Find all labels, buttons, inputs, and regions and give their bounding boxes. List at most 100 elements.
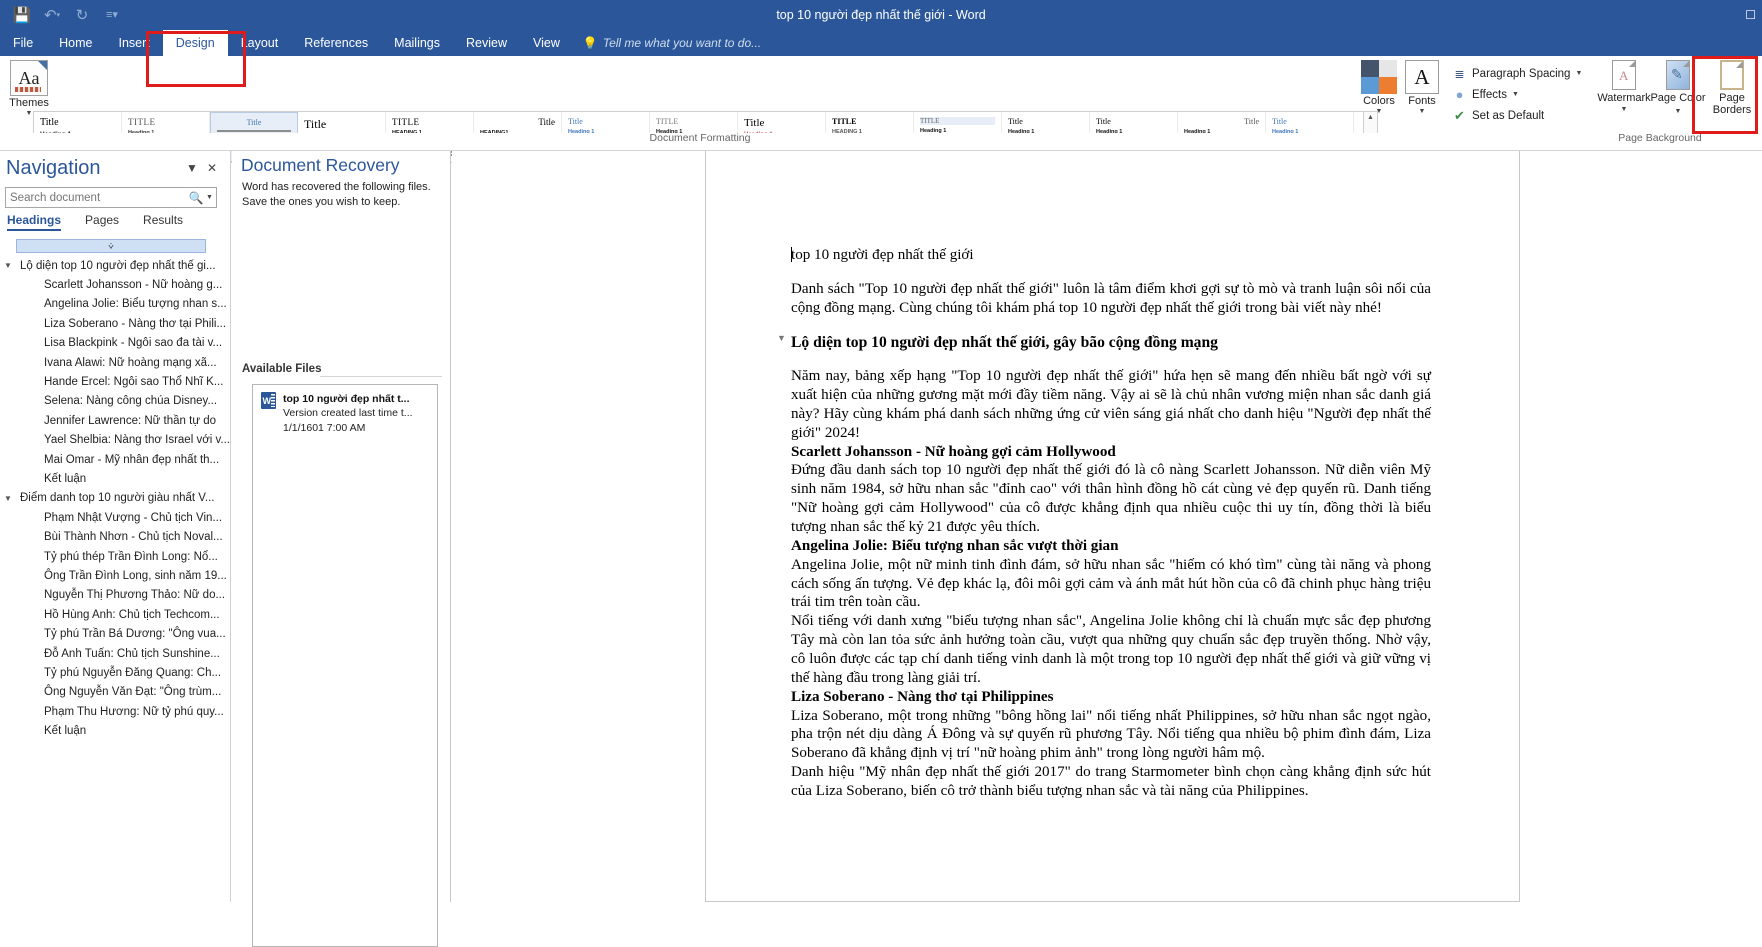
navigation-heading-label: Điểm danh top 10 người giàu nhất V... xyxy=(16,492,214,504)
formatting-commands: ≣ Paragraph Spacing ▼ ● Effects ▼ ✔ Set … xyxy=(1452,63,1592,126)
navigation-heading-item[interactable]: Hồ Hùng Anh: Chủ tịch Techcom... xyxy=(0,605,231,624)
navigation-heading-item[interactable]: Kết luận xyxy=(0,721,231,740)
navigation-heading-item[interactable]: Nguyễn Thị Phương Thảo: Nữ do... xyxy=(0,586,231,605)
navigation-heading-item[interactable]: Ông Trần Đình Long, sinh năm 19... xyxy=(0,566,231,585)
navigation-heading-item[interactable]: Đỗ Anh Tuấn: Chủ tịch Sunshine... xyxy=(0,644,231,663)
paragraph-spacing-icon: ≣ xyxy=(1452,66,1467,81)
word-document-icon: W xyxy=(261,392,276,409)
chevron-down-icon[interactable]: ▼ xyxy=(1376,108,1383,115)
navigation-options-icon[interactable]: ▼ xyxy=(186,161,198,175)
tab-review[interactable]: Review xyxy=(453,30,520,56)
navigation-heading-item[interactable]: ▼Lộ diện top 10 người đẹp nhất thế gi... xyxy=(0,256,231,275)
document-page[interactable]: top 10 người đẹp nhất thế giớiDanh sách … xyxy=(705,151,1520,902)
ribbon-group-labels: Document Formatting Page Background xyxy=(0,133,1762,151)
undo-icon[interactable]: ↶▾ xyxy=(38,3,66,27)
navigation-heading-item[interactable]: Ivana Alawi: Nữ hoàng mạng xã... xyxy=(0,353,231,372)
page-color-button[interactable]: ✎ Page Color ▼ xyxy=(1650,60,1706,136)
navigation-heading-label: Kết luận xyxy=(16,473,86,485)
search-document-box[interactable]: 🔍 ▼ xyxy=(5,187,217,208)
chevron-down-icon[interactable]: ▼ xyxy=(1621,106,1628,113)
navigation-heading-item[interactable]: Tỷ phú Trần Bá Dương: "Ông vua... xyxy=(0,624,231,643)
page-borders-button[interactable]: Page Borders xyxy=(1704,60,1760,136)
navigation-heading-item[interactable]: Bùi Thành Nhơn - Chủ tịch Noval... xyxy=(0,527,231,546)
navigation-heading-item[interactable]: Tỷ phú Nguyễn Đăng Quang: Ch... xyxy=(0,663,231,682)
navigation-headings-list[interactable]: ▼Lộ diện top 10 người đẹp nhất thế gi...… xyxy=(0,256,231,741)
tell-me-box[interactable]: 💡 Tell me what you want to do... xyxy=(573,30,771,56)
navigation-heading-label: Angelina Jolie: Biểu tượng nhan s... xyxy=(16,298,227,310)
fonts-icon-letter: A xyxy=(1414,65,1429,90)
chevron-down-icon[interactable]: ▼ xyxy=(1419,108,1426,115)
navigation-heading-item[interactable]: Ông Nguyễn Văn Đạt: "Ông trùm... xyxy=(0,683,231,702)
navigation-heading-item[interactable]: Yael Shelbia: Nàng thơ Israel với v... xyxy=(0,431,231,450)
redo-icon[interactable]: ↻ xyxy=(68,3,96,27)
style-title-preview: TITLE xyxy=(920,117,995,125)
save-icon[interactable]: 💾 xyxy=(8,3,36,27)
navigation-heading-label: Mai Omar - Mỹ nhân đẹp nhất th... xyxy=(16,454,219,466)
navigation-heading-item[interactable]: Angelina Jolie: Biểu tượng nhan s... xyxy=(0,295,231,314)
window-controls: ☐ xyxy=(1745,0,1756,30)
lightbulb-icon: 💡 xyxy=(583,36,598,50)
watermark-button[interactable]: A Watermark ▼ xyxy=(1596,60,1652,136)
heading-collapse-bar[interactable]: ⩒ xyxy=(16,239,206,253)
navigation-heading-item[interactable]: Phạm Thu Hương: Nữ tỷ phú quy... xyxy=(0,702,231,721)
nav-tab-headings[interactable]: Headings xyxy=(7,213,61,231)
window-title: top 10 người đẹp nhất thế giới - Word xyxy=(0,8,1762,22)
expand-collapse-triangle-icon[interactable]: ▼ xyxy=(4,261,16,270)
chevron-down-icon[interactable]: ▼ xyxy=(206,194,216,201)
colors-icon xyxy=(1361,60,1397,94)
navigation-heading-item[interactable]: Selena: Nàng công chúa Disney... xyxy=(0,392,231,411)
tab-mailings[interactable]: Mailings xyxy=(381,30,453,56)
chevron-down-icon[interactable]: ▼ xyxy=(1512,91,1519,98)
collapse-triangle-icon[interactable]: ▼ xyxy=(777,333,786,344)
fonts-icon: A xyxy=(1405,60,1439,94)
paragraph-spacing-button[interactable]: ≣ Paragraph Spacing ▼ xyxy=(1452,63,1592,84)
document-paragraph: Năm nay, bảng xếp hạng "Top 10 người đẹp… xyxy=(791,367,1431,442)
navigation-heading-item[interactable]: ▼Điểm danh top 10 người giàu nhất V... xyxy=(0,489,231,508)
document-body[interactable]: top 10 người đẹp nhất thế giớiDanh sách … xyxy=(791,246,1431,801)
navigation-heading-item[interactable]: Scarlett Johansson - Nữ hoàng g... xyxy=(0,275,231,294)
tab-view[interactable]: View xyxy=(520,30,573,56)
nav-tab-pages[interactable]: Pages xyxy=(85,213,119,227)
navigation-heading-item[interactable]: Jennifer Lawrence: Nữ thần tự do xyxy=(0,411,231,430)
navigation-heading-label: Đỗ Anh Tuấn: Chủ tịch Sunshine... xyxy=(16,648,220,660)
colors-button[interactable]: Colors ▼ xyxy=(1356,60,1402,134)
navigation-heading-item[interactable]: Kết luận xyxy=(0,469,231,488)
restore-window-icon[interactable]: ☐ xyxy=(1745,8,1756,22)
themes-icon: Aa xyxy=(10,60,48,96)
navigation-heading-item[interactable]: Tỷ phú thép Trần Đình Long: Nổ... xyxy=(0,547,231,566)
navigation-heading-label: Scarlett Johansson - Nữ hoàng g... xyxy=(16,279,222,291)
list-item[interactable]: W top 10 người đẹp nhất t... Version cre… xyxy=(253,385,437,435)
tab-home[interactable]: Home xyxy=(46,30,105,56)
search-input[interactable] xyxy=(6,192,186,204)
tab-file[interactable]: File xyxy=(0,30,46,56)
navigation-heading-item[interactable]: Hande Ercel: Ngôi sao Thổ Nhĩ K... xyxy=(0,372,231,391)
navigation-heading-item[interactable]: Mai Omar - Mỹ nhân đẹp nhất th... xyxy=(0,450,231,469)
effects-icon: ● xyxy=(1452,87,1467,102)
set-as-default-button[interactable]: ✔ Set as Default xyxy=(1452,105,1592,126)
tab-insert[interactable]: Insert xyxy=(106,30,163,56)
tab-layout[interactable]: Layout xyxy=(228,30,292,56)
nav-tab-results[interactable]: Results xyxy=(143,213,183,227)
close-icon[interactable]: ✕ xyxy=(207,161,217,175)
chevron-down-icon[interactable]: ▼ xyxy=(1575,70,1582,77)
search-icon[interactable]: 🔍 xyxy=(186,191,206,205)
document-subheading: Liza Soberano - Nàng thơ tại Philippines xyxy=(791,688,1431,707)
effects-button[interactable]: ● Effects ▼ xyxy=(1452,84,1592,105)
group-label-document-formatting: Document Formatting xyxy=(640,132,760,144)
chevron-down-icon[interactable]: ▼ xyxy=(1675,108,1682,115)
chevron-down-icon[interactable]: ▼ xyxy=(26,110,33,117)
tab-design[interactable]: Design xyxy=(163,30,228,56)
navigation-heading-label: Yael Shelbia: Nàng thơ Israel với v... xyxy=(16,434,230,446)
customize-quick-access-toolbar-icon[interactable]: ≡▾ xyxy=(98,3,126,27)
navigation-heading-item[interactable]: Lisa Blackpink - Ngôi sao đa tài v... xyxy=(0,334,231,353)
navigation-pane: Navigation ▼ ✕ 🔍 ▼ Headings Pages Result… xyxy=(0,151,231,902)
expand-collapse-triangle-icon[interactable]: ▼ xyxy=(4,494,16,503)
document-paragraph: Đứng đầu danh sách top 10 người đẹp nhất… xyxy=(791,461,1431,536)
document-subheading: Angelina Jolie: Biểu tượng nhan sắc vượt… xyxy=(791,537,1431,556)
fonts-button[interactable]: A Fonts ▼ xyxy=(1399,60,1445,134)
style-title-preview: Title xyxy=(1272,117,1347,126)
navigation-heading-item[interactable]: Liza Soberano - Nàng thơ tại Phili... xyxy=(0,314,231,333)
tab-references[interactable]: References xyxy=(291,30,381,56)
navigation-heading-item[interactable]: Phạm Nhật Vượng - Chủ tịch Vin... xyxy=(0,508,231,527)
recovered-files-list[interactable]: W top 10 người đẹp nhất t... Version cre… xyxy=(252,384,438,947)
